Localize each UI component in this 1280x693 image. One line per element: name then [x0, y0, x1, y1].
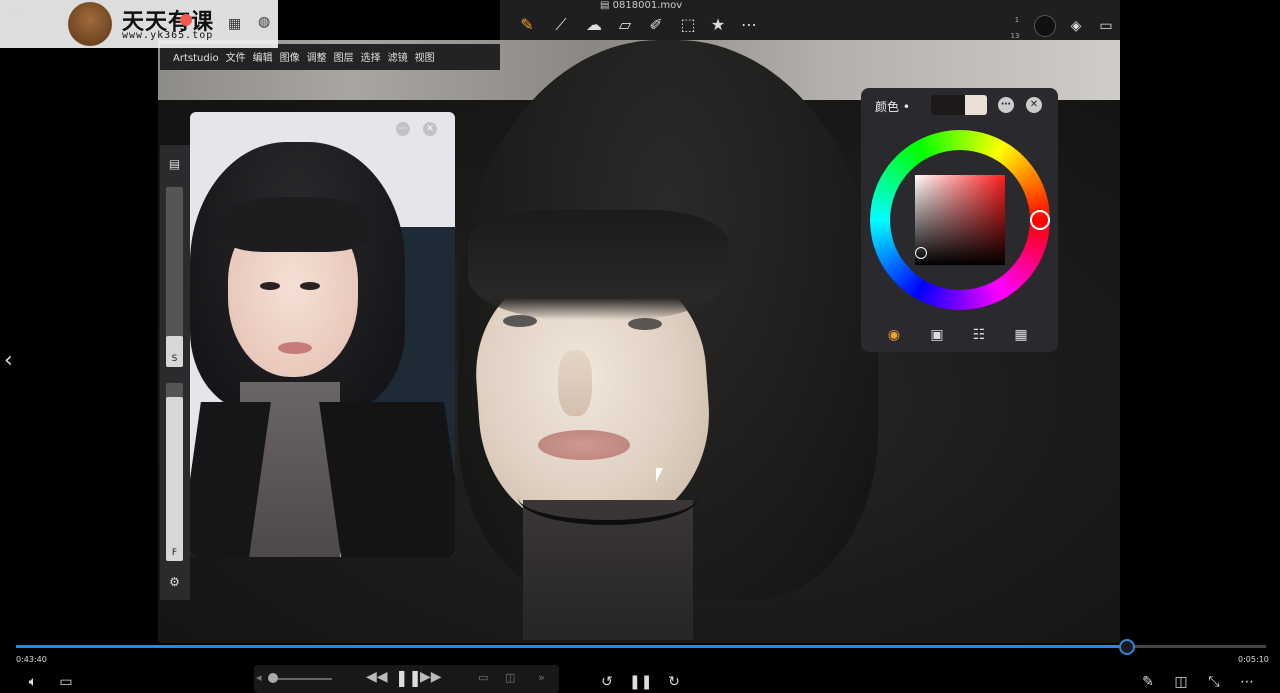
brush-sliders-panel: ▤ S F ⚙ — [160, 145, 190, 600]
inner-pip-icon[interactable]: ◫ — [505, 671, 515, 684]
eyedropper-icon[interactable]: ✐ — [645, 14, 667, 36]
size-slider[interactable]: S — [166, 187, 183, 367]
menu-item-1[interactable]: 文件 — [226, 53, 246, 64]
selection-icon[interactable]: ⬚ — [677, 14, 699, 36]
inner-forward-icon[interactable]: ▶▶ — [420, 669, 442, 685]
menu-item-3[interactable]: 图像 — [280, 53, 300, 64]
painted-lips — [538, 430, 630, 460]
file-icon: ▤ — [600, 0, 610, 11]
top-toolbar: ✎ ⟋ ☁ ▱ ✐ ⬚ ★ ⋯ 1 13 ◈ ▭ — [500, 0, 1120, 40]
window-icon[interactable]: ▭ — [1096, 16, 1116, 36]
back-arrow-icon[interactable]: ← — [8, 2, 18, 16]
close-dot-icon[interactable] — [180, 14, 192, 26]
color-swatch-mode-icon[interactable]: ▣ — [927, 326, 947, 344]
edit-icon[interactable]: ✎ — [1137, 672, 1159, 692]
secondary-color-swatch[interactable] — [965, 95, 987, 115]
playback-scrubber-handle[interactable] — [1119, 639, 1135, 655]
layers-icon[interactable]: ◈ — [1066, 16, 1086, 36]
reference-jacket-right — [319, 402, 455, 557]
clone-icon[interactable]: ☁ — [583, 14, 605, 36]
panel-toggle-icon[interactable]: ▤ — [166, 157, 183, 171]
subtitles-icon[interactable]: ▭ — [55, 672, 77, 692]
watermark-banner: 天天有课 www.yk365.top ▦ ◍ — [0, 0, 278, 48]
hue-picker-handle[interactable] — [1030, 210, 1050, 230]
playback-progress-fill — [16, 645, 1126, 648]
color-sliders-mode-icon[interactable]: ☷ — [969, 326, 989, 344]
inner-airplay-icon[interactable]: ▭ — [478, 671, 488, 684]
brush-size-bottom: 13 — [1010, 32, 1020, 40]
menu-item-0[interactable]: Artstudio — [173, 53, 219, 64]
reference-lips — [278, 342, 312, 354]
color-wheel-mode-icon[interactable]: ◉ — [884, 326, 904, 344]
saturation-brightness-square[interactable] — [915, 175, 1005, 265]
brush-icon[interactable]: ✎ — [516, 14, 538, 36]
inner-pause-icon[interactable]: ❚❚ — [395, 668, 422, 687]
exit-fullscreen-icon[interactable]: ⤡ — [1203, 672, 1225, 692]
forward-30-icon[interactable]: ↻ — [663, 672, 685, 692]
star-icon[interactable]: ★ — [707, 14, 729, 36]
inner-volume-handle[interactable] — [268, 673, 278, 683]
reference-bangs — [220, 197, 370, 252]
saturation-picker-handle[interactable] — [915, 247, 927, 259]
playback-progress-bar[interactable] — [16, 639, 1266, 655]
reference-eye-right — [300, 282, 320, 290]
menu-item-6[interactable]: 选择 — [361, 53, 381, 64]
color-panel: 颜色 • ⋯ ✕ ◉ ▣ ☷ ▦ — [861, 88, 1058, 352]
current-time: 0:43:40 — [16, 655, 47, 664]
brush-size-top: 1 — [1014, 16, 1020, 24]
watermark-url: www.yk365.top — [122, 30, 214, 41]
menu-item-2[interactable]: 编辑 — [253, 53, 273, 64]
reference-eye-left — [260, 282, 280, 290]
opacity-slider-fill — [166, 397, 183, 561]
menu-item-8[interactable]: 视图 — [415, 53, 435, 64]
color-palette-mode-icon[interactable]: ▦ — [1011, 326, 1031, 344]
menu-item-7[interactable]: 滤镜 — [388, 53, 408, 64]
apps-grid-icon[interactable]: ▦ — [228, 16, 241, 32]
mouse-cursor-icon — [656, 468, 663, 482]
more-options-icon[interactable]: ⋯ — [1236, 672, 1258, 692]
painted-eye-left — [503, 315, 537, 327]
color-panel-title: 颜色 • — [875, 100, 910, 114]
reference-close-icon[interactable]: ✕ — [423, 122, 437, 136]
opacity-slider-label: F — [171, 548, 178, 558]
color-swatches[interactable] — [931, 95, 987, 115]
inner-volume-icon[interactable]: ◂ — [256, 671, 262, 684]
hue-wheel[interactable] — [870, 130, 1050, 310]
eraser-icon[interactable]: ▱ — [614, 14, 636, 36]
reference-photo-panel[interactable]: ⋯ ✕ — [190, 112, 455, 557]
more-icon[interactable]: ⋯ — [738, 14, 760, 36]
volume-icon[interactable]: 🔈︎ — [22, 672, 44, 692]
window-title: 0818001.mov — [612, 0, 683, 11]
reference-more-icon[interactable]: ⋯ — [396, 122, 410, 136]
menu-item-5[interactable]: 图层 — [334, 53, 354, 64]
inner-volume-slider[interactable] — [272, 678, 332, 680]
lightbulb-icon[interactable]: ◍ — [258, 14, 270, 30]
menu-item-4[interactable]: 调整 — [307, 53, 327, 64]
picture-in-picture-icon[interactable]: ◫ — [1170, 672, 1192, 692]
total-time: 0:05:10 — [1238, 655, 1269, 664]
brush-settings-icon[interactable]: ⚙ — [166, 575, 183, 591]
opacity-slider[interactable]: F — [166, 383, 183, 561]
window-title-bar: ▤ 0818001.mov — [600, 0, 740, 14]
inner-expand-icon[interactable]: » — [538, 671, 545, 684]
bear-logo-icon — [68, 2, 112, 46]
painted-collar-line — [518, 470, 698, 525]
pause-icon[interactable]: ❚❚ — [629, 672, 652, 692]
color-close-icon[interactable]: ✕ — [1026, 97, 1042, 113]
color-more-icon[interactable]: ⋯ — [998, 97, 1014, 113]
painted-bangs — [468, 210, 728, 320]
current-color-indicator[interactable] — [1034, 15, 1056, 37]
painted-nose — [558, 350, 592, 416]
inner-video-controls: ◂ ◀◀ ❚❚ ▶▶ ▭ ◫ » — [254, 665, 559, 693]
rewind-10-icon[interactable]: ↺ — [596, 672, 618, 692]
painted-eye-right — [628, 318, 662, 330]
primary-color-swatch[interactable] — [931, 95, 965, 115]
inner-rewind-icon[interactable]: ◀◀ — [366, 669, 388, 685]
menu-items: Artstudio 文件 编辑 图像 调整 图层 选择 滤镜 视图 — [173, 49, 442, 64]
smudge-icon[interactable]: ⟋ — [550, 14, 572, 36]
previous-arrow-icon[interactable]: ‹ — [4, 348, 13, 373]
size-slider-label: S — [171, 354, 178, 364]
